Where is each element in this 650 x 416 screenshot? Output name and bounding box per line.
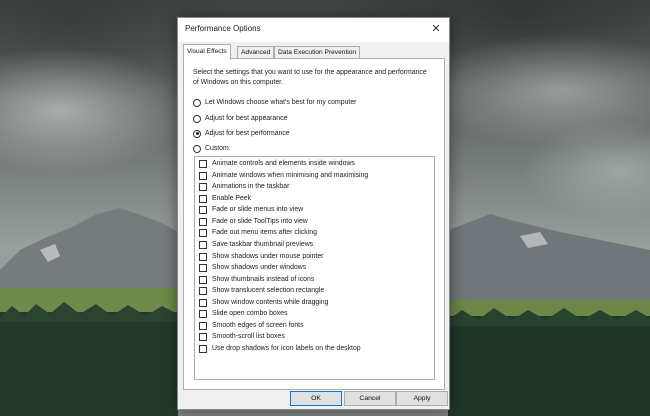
radio-button[interactable] (193, 144, 201, 153)
description-text: Select the settings that you want to use… (193, 69, 427, 86)
checkbox-label: Enable Peek (212, 195, 252, 202)
radio-best-appearance[interactable]: Adjust for best appearance (193, 113, 287, 124)
radio-button[interactable] (193, 114, 201, 123)
checkbox[interactable] (199, 309, 207, 318)
list-item[interactable]: Animate controls and elements inside win… (199, 158, 355, 169)
radio-custom[interactable]: Custom: (193, 143, 231, 154)
mountain-range-left (0, 208, 178, 300)
forest-left (0, 312, 178, 416)
checkbox-label: Use drop shadows for icon labels on the … (212, 345, 361, 352)
list-item[interactable]: Smooth-scroll list boxes (199, 331, 285, 342)
list-item[interactable]: Fade or slide menus into view (199, 204, 303, 215)
radio-label: Adjust for best appearance (205, 115, 288, 122)
visual-effects-list[interactable]: Animate controls and elements inside win… (194, 156, 435, 380)
checkbox[interactable] (199, 228, 207, 237)
close-icon[interactable]: ✕ (423, 18, 449, 42)
ok-button[interactable]: OK (290, 391, 342, 406)
checkbox-label: Fade or slide ToolTips into view (212, 218, 308, 225)
mountain-range-right (448, 214, 650, 310)
checkbox-label: Save taskbar thumbnail previews (212, 241, 314, 248)
checkbox-label: Show translucent selection rectangle (212, 287, 325, 294)
checkbox[interactable] (199, 263, 207, 272)
list-item[interactable]: Show translucent selection rectangle (199, 285, 324, 296)
list-item[interactable]: Smooth edges of screen fonts (199, 320, 304, 331)
list-item[interactable]: Fade or slide ToolTips into view (199, 216, 308, 227)
checkbox-label: Smooth edges of screen fonts (212, 322, 304, 329)
title-bar[interactable]: Performance Options ✕ (178, 18, 449, 42)
checkbox[interactable] (199, 321, 207, 330)
checkbox-label: Show thumbnails instead of icons (212, 276, 315, 283)
visual-effects-panel: Select the settings that you want to use… (183, 58, 445, 390)
apply-button[interactable]: Apply (396, 391, 448, 406)
checkbox-label: Show window contents while dragging (212, 299, 329, 306)
checkbox-label: Slide open combo boxes (212, 310, 288, 317)
button-row: OK Cancel Apply (178, 391, 449, 407)
radio-best-performance[interactable]: Adjust for best performance (193, 128, 290, 139)
checkbox[interactable] (199, 159, 207, 168)
radio-button[interactable] (193, 98, 201, 107)
radio-label: Let Windows choose what's best for my co… (205, 99, 357, 106)
list-item[interactable]: Use drop shadows for icon labels on the … (199, 343, 361, 354)
checkbox[interactable] (199, 171, 207, 180)
list-item[interactable]: Show window contents while dragging (199, 297, 328, 308)
radio-let-windows-choose[interactable]: Let Windows choose what's best for my co… (193, 97, 356, 108)
checkbox[interactable] (199, 286, 207, 295)
performance-options-dialog: Performance Options ✕ Visual Effects Adv… (177, 17, 450, 410)
forest-right (448, 316, 650, 416)
tab-visual-effects[interactable]: Visual Effects (183, 44, 231, 60)
list-item[interactable]: Animate windows when minimising and maxi… (199, 170, 368, 181)
checkbox-label: Fade out menu items after clicking (212, 229, 317, 236)
checkbox[interactable] (199, 194, 207, 203)
checkbox-label: Animate controls and elements inside win… (212, 160, 355, 167)
radio-label: Adjust for best performance (205, 130, 290, 137)
checkbox-label: Fade or slide menus into view (212, 206, 304, 213)
list-item[interactable]: Save taskbar thumbnail previews (199, 239, 313, 250)
checkbox-label: Animate windows when minimising and maxi… (212, 172, 369, 179)
checkbox-label: Smooth-scroll list boxes (212, 333, 285, 340)
checkbox[interactable] (199, 205, 207, 214)
list-item[interactable]: Enable Peek (199, 193, 251, 204)
list-item[interactable]: Show shadows under windows (199, 262, 306, 273)
list-item[interactable]: Fade out menu items after clicking (199, 227, 317, 238)
checkbox[interactable] (199, 332, 207, 341)
list-item[interactable]: Show shadows under mouse pointer (199, 251, 323, 262)
checkbox[interactable] (199, 298, 207, 307)
checkbox[interactable] (199, 252, 207, 261)
checkbox[interactable] (199, 217, 207, 226)
list-item[interactable]: Animations in the taskbar (199, 181, 289, 192)
checkbox[interactable] (199, 275, 207, 284)
dialog-title: Performance Options (185, 24, 261, 33)
checkbox[interactable] (199, 182, 207, 191)
checkbox-label: Show shadows under mouse pointer (212, 253, 324, 260)
checkbox-label: Animations in the taskbar (212, 183, 290, 190)
checkbox-label: Show shadows under windows (212, 264, 307, 271)
radio-label: Custom: (205, 145, 231, 152)
list-item[interactable]: Show thumbnails instead of icons (199, 274, 314, 285)
checkbox[interactable] (199, 344, 207, 353)
radio-button-selected[interactable] (193, 129, 201, 138)
list-item[interactable]: Slide open combo boxes (199, 308, 287, 319)
checkbox[interactable] (199, 240, 207, 249)
cancel-button[interactable]: Cancel (344, 391, 396, 406)
